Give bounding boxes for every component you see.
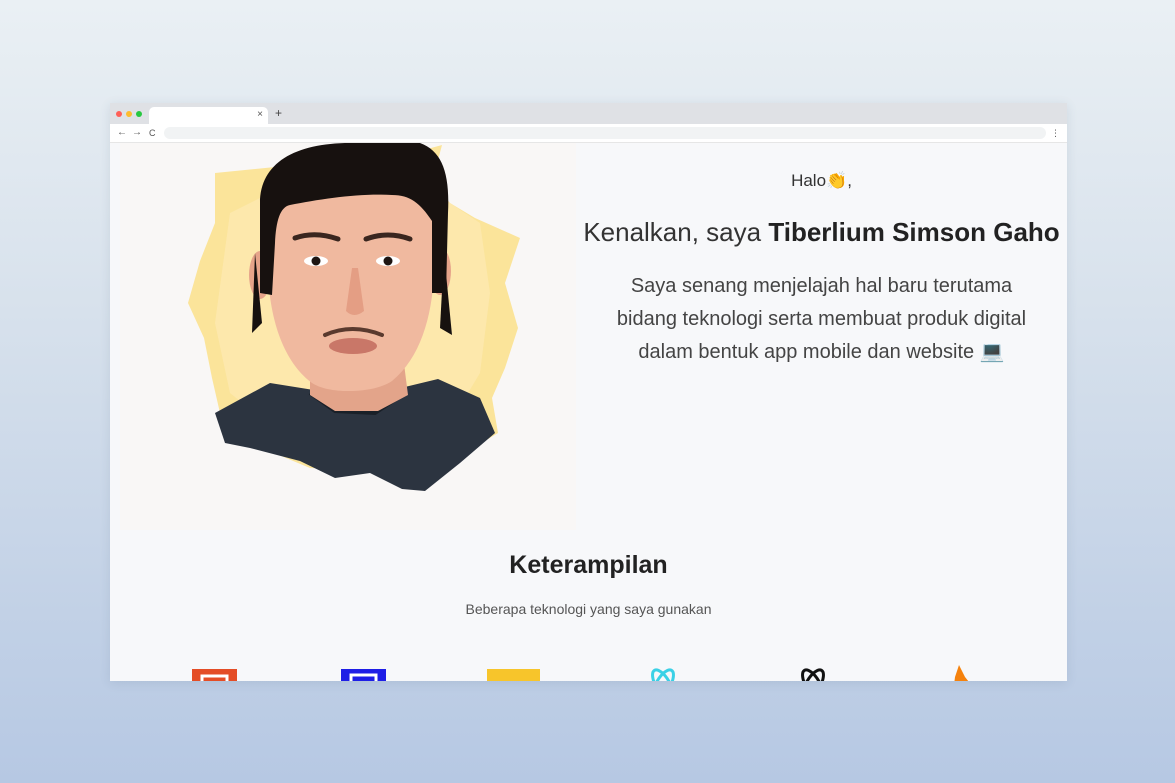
javascript-icon <box>487 669 540 681</box>
browser-tab[interactable]: × <box>149 107 268 124</box>
html5-icon <box>192 669 237 681</box>
browser-menu-icon[interactable]: ⋮ <box>1051 126 1060 140</box>
firebase-icon <box>954 665 969 681</box>
close-window-dot[interactable] <box>116 111 122 117</box>
navigation-bar: ← → C ⋮ <box>110 124 1067 143</box>
bio-text: Saya senang menjelajah hal baru terutama… <box>616 275 1027 363</box>
profile-portrait-panel <box>120 143 576 530</box>
back-icon[interactable]: ← <box>117 126 127 140</box>
tab-bar: × + <box>110 103 1067 124</box>
react-icon <box>651 668 675 681</box>
reload-icon[interactable]: C <box>149 126 156 140</box>
minimize-window-dot[interactable] <box>126 111 132 117</box>
new-tab-button[interactable]: + <box>275 106 282 120</box>
tab-close-icon[interactable]: × <box>257 108 263 122</box>
page-viewport: Halo👏, Kenalkan, saya Tiberlium Simson G… <box>110 143 1067 681</box>
nextjs-icon <box>801 668 825 681</box>
forward-icon[interactable]: → <box>132 126 142 140</box>
intro-heading: Kenalkan, saya Tiberlium Simson Gaho <box>576 217 1067 248</box>
skills-subtitle: Beberapa teknologi yang saya gunakan <box>465 601 712 617</box>
css3-icon <box>341 669 386 681</box>
intro-prefix: Kenalkan, saya <box>583 217 769 247</box>
browser-window: × + ← → C ⋮ Halo👏, Kenalkan, saya Tiberl… <box>110 103 1067 681</box>
intro-section: Halo👏, Kenalkan, saya Tiberlium Simson G… <box>576 143 1067 530</box>
address-bar[interactable] <box>164 127 1046 139</box>
intro-name: Tiberlium Simson Gaho <box>768 217 1060 247</box>
maximize-window-dot[interactable] <box>136 111 142 117</box>
skills-title: Keterampilan <box>509 551 668 579</box>
greeting-text: Halo👏, <box>791 171 852 190</box>
profile-portrait <box>188 143 520 491</box>
